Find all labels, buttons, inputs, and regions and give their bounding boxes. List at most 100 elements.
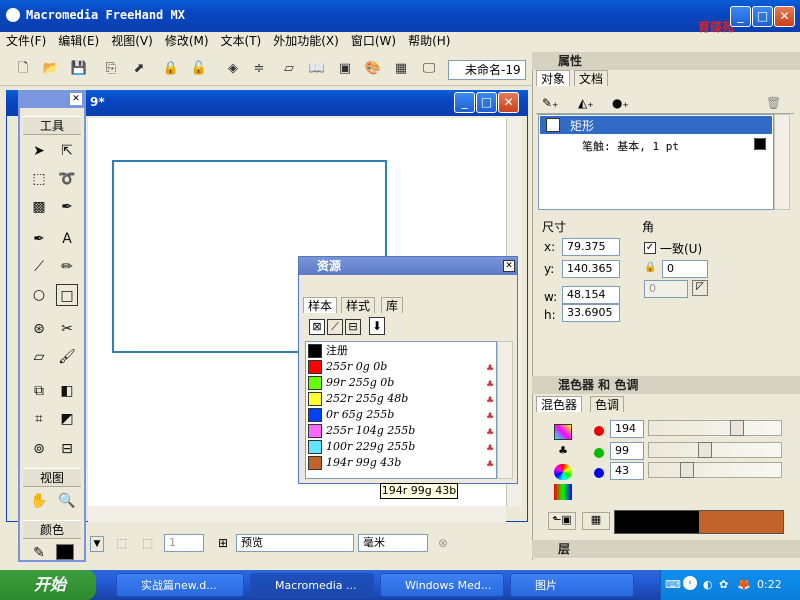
y-field[interactable]: 140.365 bbox=[562, 260, 620, 278]
swatch-row-registration[interactable]: 注册 bbox=[308, 343, 496, 359]
swatch-list-scrollbar[interactable] bbox=[497, 341, 513, 479]
perspective-tool-icon[interactable]: ◩ bbox=[56, 408, 78, 430]
extrude-tool-icon[interactable]: ◧ bbox=[56, 380, 78, 402]
task-freehand[interactable]: Macromedia ... bbox=[250, 573, 374, 597]
tab-document[interactable]: 文档 bbox=[574, 70, 609, 86]
cancel-render-icon[interactable]: ⊗ bbox=[438, 536, 448, 550]
new-document-icon[interactable]: 🗋 bbox=[14, 60, 32, 78]
add-stroke-icon[interactable]: ✎₊ bbox=[542, 96, 558, 110]
menu-modify[interactable]: 修改(M) bbox=[159, 32, 215, 50]
object-list-scrollbar[interactable] bbox=[774, 114, 790, 210]
unlock-icon[interactable]: 🔓 bbox=[190, 60, 208, 78]
stroke-mode-icon[interactable]: ⟋ bbox=[327, 319, 343, 335]
add-to-swatches-icon[interactable]: ⬑▣ bbox=[548, 512, 576, 530]
red-value-field[interactable]: 194 bbox=[610, 420, 644, 438]
layers-panel-title[interactable]: 层 bbox=[532, 540, 800, 558]
fill-color-swatch[interactable] bbox=[56, 544, 74, 560]
connector-tool-icon[interactable]: ⌗ bbox=[28, 408, 50, 430]
library-icon[interactable]: 📖 bbox=[308, 60, 326, 78]
menu-xtras[interactable]: 外加功能(X) bbox=[267, 32, 345, 50]
objects-icon[interactable]: ▣ bbox=[336, 60, 354, 78]
chevron-left-icon[interactable]: ‹ bbox=[683, 576, 697, 590]
next-page-icon[interactable]: ⬚ bbox=[142, 536, 153, 550]
swatch-row[interactable]: 100r 229g 255b ♣ bbox=[308, 439, 496, 455]
security-icon[interactable]: ✿ bbox=[719, 578, 728, 591]
cmyk-mode-icon[interactable] bbox=[554, 424, 572, 440]
page-tool-icon[interactable]: ⬚ bbox=[28, 168, 50, 190]
pencil-tool-icon[interactable]: ✏ bbox=[56, 256, 78, 278]
red-slider-thumb[interactable] bbox=[730, 420, 744, 436]
green-slider[interactable] bbox=[648, 442, 782, 458]
tab-swatches[interactable]: 样本 bbox=[303, 297, 338, 313]
antivirus-icon[interactable]: 🦊 bbox=[737, 578, 751, 591]
units-select[interactable]: 毫米 bbox=[358, 534, 428, 552]
eraser-tool-icon[interactable]: ▱ bbox=[28, 346, 50, 368]
green-value-field[interactable]: 99 bbox=[610, 442, 644, 460]
rectangle-tool-icon[interactable]: □ bbox=[56, 284, 78, 306]
start-button[interactable]: 开始 bbox=[0, 570, 96, 600]
eyedropper-tool-icon[interactable]: ✒ bbox=[56, 196, 78, 218]
swatch-row[interactable]: 255r 104g 255b ♣ bbox=[308, 423, 496, 439]
menu-text[interactable]: 文本(T) bbox=[215, 32, 268, 50]
color-mixer-icon[interactable]: 🎨 bbox=[364, 60, 382, 78]
hand-tool-icon[interactable]: ✋ bbox=[28, 490, 50, 512]
line-tool-icon[interactable]: ⟋ bbox=[28, 256, 50, 278]
swatch-row[interactable]: 194r 99g 43b ♣ bbox=[308, 455, 496, 471]
knife-tool-icon[interactable]: ✂ bbox=[56, 318, 78, 340]
corner-lock-icon[interactable]: 🔒 bbox=[644, 262, 658, 276]
doc-minimize-button[interactable]: _ bbox=[454, 92, 475, 113]
transform-icon[interactable]: ▱ bbox=[280, 60, 298, 78]
add-effect-icon[interactable]: ●₊ bbox=[612, 96, 629, 110]
doc-close-button[interactable]: ✕ bbox=[498, 92, 519, 113]
swatch-row[interactable]: 252r 255g 48b ♣ bbox=[308, 391, 496, 407]
pen-tool-icon[interactable]: ✒ bbox=[28, 228, 50, 250]
mixer-panel-title[interactable]: 混色器 和 色调 bbox=[532, 376, 800, 394]
assets-close-icon[interactable]: ✕ bbox=[503, 260, 515, 272]
lasso-tool-icon[interactable]: ➰ bbox=[56, 168, 78, 190]
monitor-icon[interactable]: 🖵 bbox=[420, 60, 438, 78]
stroke-color-icon[interactable]: ✎ bbox=[28, 542, 50, 564]
keyboard-icon[interactable]: ⌨ bbox=[665, 578, 681, 591]
menu-edit[interactable]: 编辑(E) bbox=[52, 32, 105, 50]
pointer-tool-icon[interactable]: ➤ bbox=[28, 140, 50, 162]
text-tool-icon[interactable]: A bbox=[56, 228, 78, 250]
ellipse-tool-icon[interactable]: ○ bbox=[28, 284, 50, 306]
close-button[interactable]: ✕ bbox=[774, 6, 795, 27]
w-field[interactable]: 48.154 bbox=[562, 286, 620, 304]
object-row-rectangle[interactable]: 矩形 bbox=[540, 116, 772, 134]
color-preview[interactable] bbox=[614, 510, 784, 534]
import-icon[interactable]: ⎘ bbox=[102, 60, 120, 78]
horizontal-scrollbar[interactable] bbox=[88, 506, 506, 522]
corner-radius-button[interactable]: ◸ bbox=[692, 280, 708, 296]
swatch-row[interactable]: 0r 65g 255b ♣ bbox=[308, 407, 496, 423]
green-slider-thumb[interactable] bbox=[698, 442, 712, 458]
layers-icon[interactable]: ≑ bbox=[250, 60, 268, 78]
hls-mode-icon[interactable] bbox=[554, 464, 572, 480]
maximize-button[interactable]: □ bbox=[752, 6, 773, 27]
fill-mode-icon[interactable]: ⊠ bbox=[309, 319, 325, 335]
assets-panel-title[interactable]: 资源 bbox=[299, 257, 517, 275]
stroke-swatch[interactable] bbox=[754, 138, 766, 150]
align-icon[interactable]: ◈ bbox=[224, 60, 242, 78]
arrange-tool-icon[interactable]: ⊟ bbox=[56, 438, 78, 460]
red-slider[interactable] bbox=[648, 420, 782, 436]
task-word-document[interactable]: 实战篇new.d... bbox=[116, 573, 244, 597]
trace-tool-icon[interactable]: ▩ bbox=[28, 196, 50, 218]
subselect-tool-icon[interactable]: ⇱ bbox=[56, 140, 78, 162]
doc-maximize-button[interactable]: □ bbox=[476, 92, 497, 113]
swatch-grid-icon[interactable]: ▦ bbox=[582, 512, 610, 530]
tab-styles[interactable]: 样式 bbox=[341, 297, 376, 313]
corner-radius-field[interactable]: 0 bbox=[662, 260, 708, 278]
rgb-mode-icon[interactable]: ♣ bbox=[554, 444, 572, 460]
export-icon[interactable]: ⬈ bbox=[130, 60, 148, 78]
document-name-field[interactable]: 未命名-19 bbox=[448, 60, 526, 80]
swatch-row[interactable]: 99r 255g 0b ♣ bbox=[308, 375, 496, 391]
uniform-checkbox[interactable]: ✓ bbox=[644, 242, 656, 254]
prev-page-icon[interactable]: ⬚ bbox=[116, 536, 127, 550]
chart-tool-icon[interactable]: ⊚ bbox=[28, 438, 50, 460]
blue-value-field[interactable]: 43 bbox=[610, 462, 644, 480]
stroke-attribute[interactable]: 笔触: 基本, 1 pt bbox=[582, 138, 679, 154]
trash-icon[interactable]: 🗑 bbox=[766, 96, 781, 110]
save-icon[interactable]: 💾 bbox=[70, 60, 88, 78]
scale-tool-icon[interactable]: ⊛ bbox=[28, 318, 50, 340]
